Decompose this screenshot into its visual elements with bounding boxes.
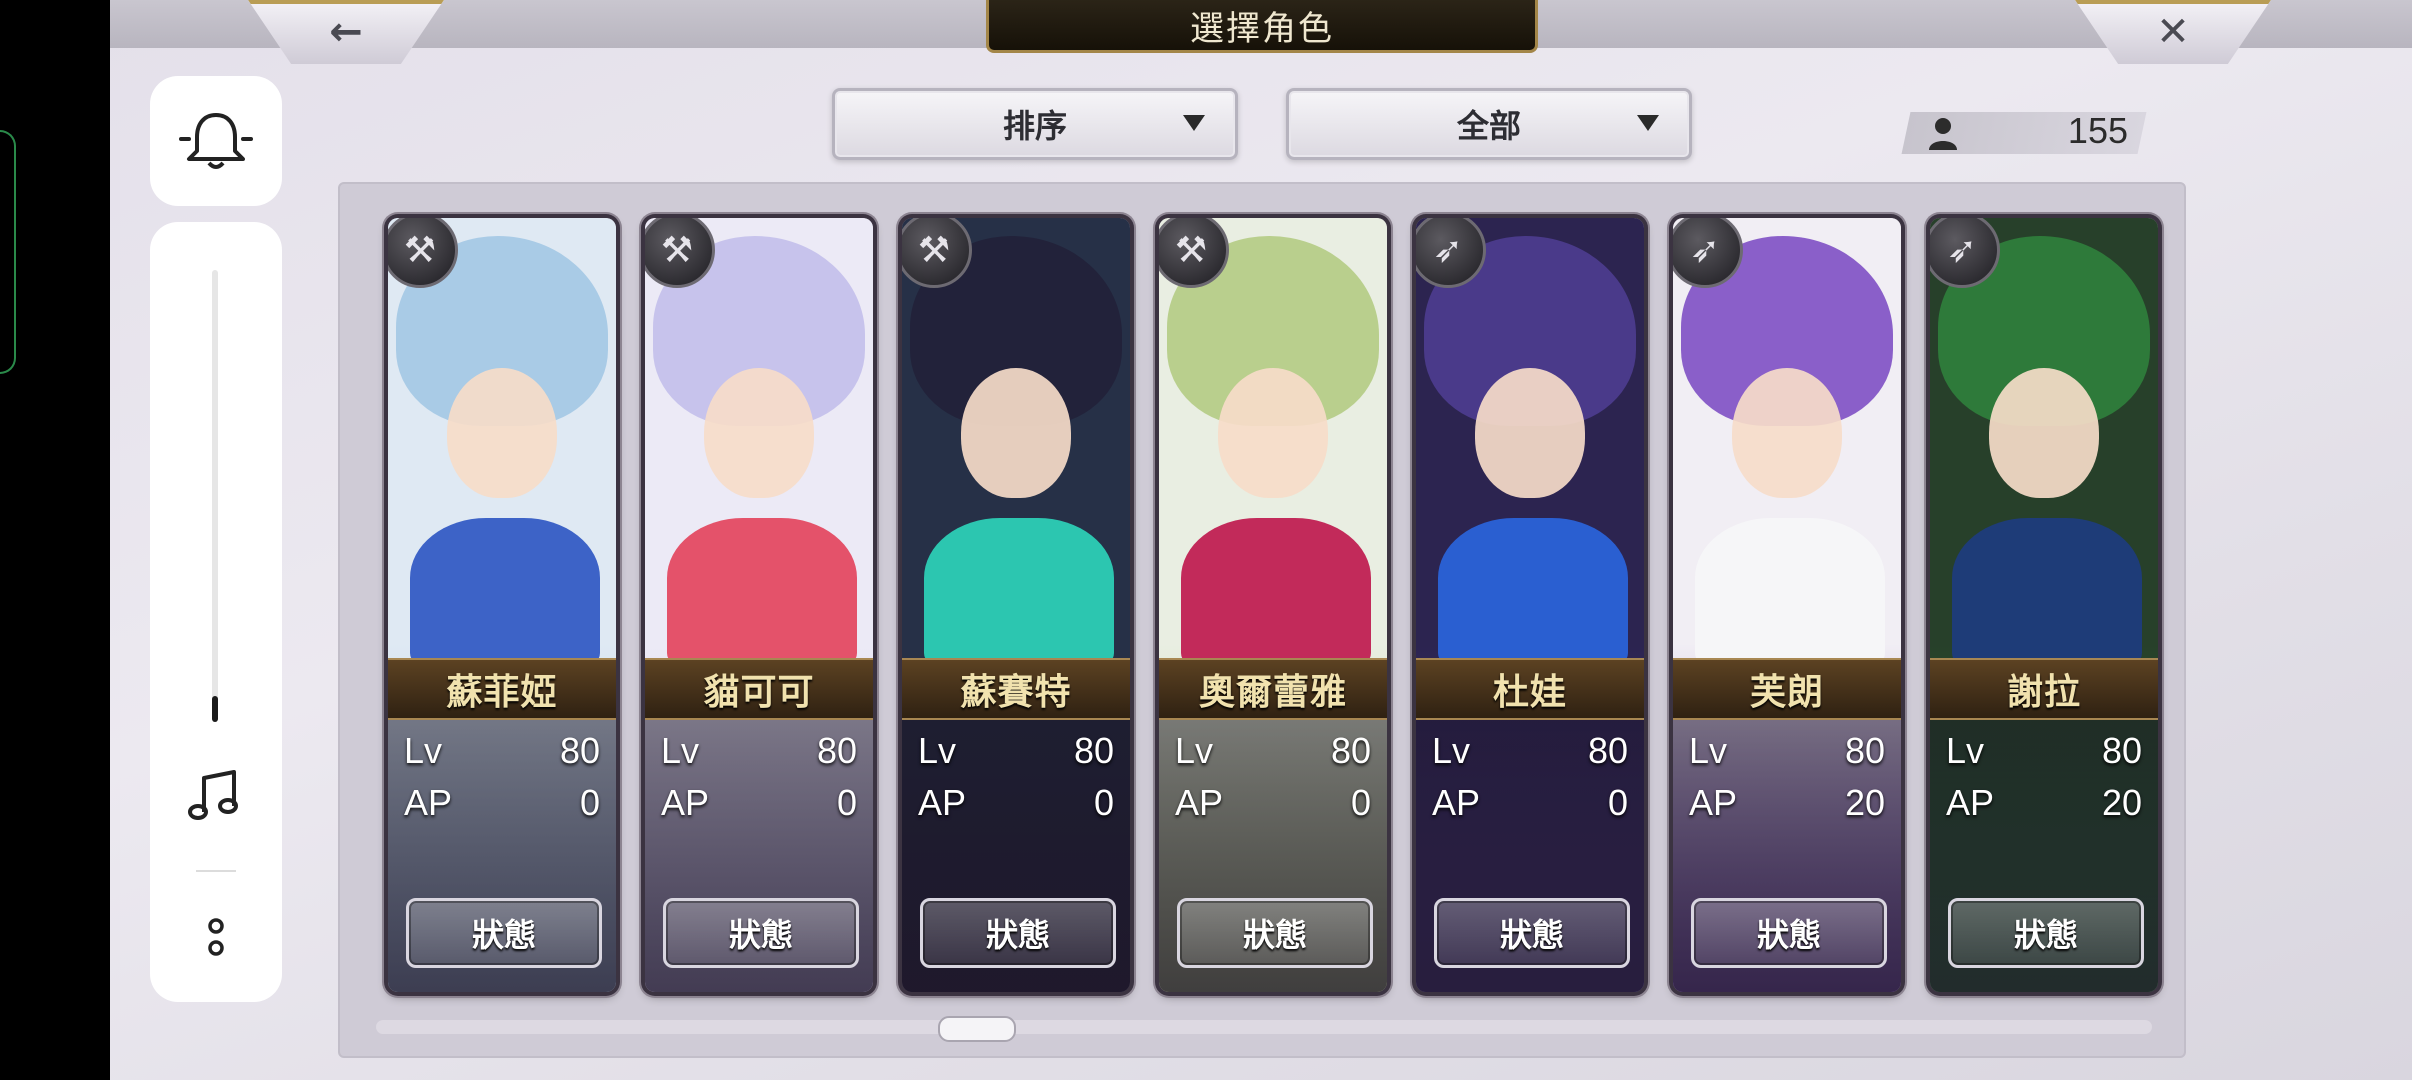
ap-value: 0: [579, 782, 600, 823]
level-label: Lv: [661, 730, 700, 771]
music-note-icon[interactable]: [186, 768, 242, 824]
ap-value: 20: [2101, 782, 2142, 823]
ap-value: 20: [1844, 782, 1885, 823]
filter-dropdown[interactable]: 全部: [1286, 88, 1692, 160]
bell-icon: [179, 113, 253, 169]
sort-dropdown[interactable]: 排序: [832, 88, 1238, 160]
filter-dropdown-label: 全部: [1456, 107, 1521, 145]
level-value: 80: [1844, 730, 1885, 771]
character-name: 蘇菲婭: [388, 658, 616, 720]
status-button[interactable]: 狀態: [663, 898, 859, 968]
back-arrow-icon: ←: [329, 9, 363, 55]
level-label: Lv: [918, 730, 957, 771]
ap-label: AP: [661, 782, 710, 823]
ap-label: AP: [1689, 782, 1738, 823]
ap-label: AP: [404, 782, 453, 823]
portrait-outfit: [1181, 518, 1371, 668]
horizontal-scrollbar[interactable]: [376, 1020, 2152, 1034]
volume-slider-fill[interactable]: [212, 696, 218, 722]
status-button[interactable]: 狀態: [1948, 898, 2144, 968]
character-name: 芙朗: [1673, 658, 1901, 720]
ap-label: AP: [1432, 782, 1481, 823]
level-value: 80: [1073, 730, 1114, 771]
status-button[interactable]: 狀態: [1434, 898, 1630, 968]
page-title: 選擇角色: [986, 0, 1538, 53]
ap-value: 0: [1093, 782, 1114, 823]
ap-label: AP: [1175, 782, 1224, 823]
level-label: Lv: [1946, 730, 1985, 771]
ap-value: 0: [1607, 782, 1628, 823]
portrait-outfit: [667, 518, 857, 668]
level-label: Lv: [1175, 730, 1214, 771]
portrait-face: [1732, 368, 1842, 498]
status-button[interactable]: 狀態: [1691, 898, 1887, 968]
more-icon[interactable]: [206, 916, 226, 960]
level-label: Lv: [404, 730, 443, 771]
character-name: 謝拉: [1930, 658, 2158, 720]
status-button[interactable]: 狀態: [1177, 898, 1373, 968]
character-count: 155: [2067, 110, 2128, 151]
character-name: 蘇賽特: [902, 658, 1130, 720]
level-label: Lv: [1689, 730, 1728, 771]
status-button[interactable]: 狀態: [406, 898, 602, 968]
character-card[interactable]: ➶ 謝拉 Lv 80 AP 20 狀態: [1930, 218, 2158, 992]
notification-button[interactable]: [150, 76, 282, 206]
portrait-outfit: [924, 518, 1114, 668]
level-value: 80: [816, 730, 857, 771]
back-button[interactable]: ←: [248, 0, 444, 64]
character-name: 杜娃: [1416, 658, 1644, 720]
panel-divider: [196, 870, 236, 872]
character-card[interactable]: ⚒ 蘇菲婭 Lv 80 AP 0 狀態: [388, 218, 616, 992]
portrait-face: [1475, 368, 1585, 498]
character-card[interactable]: ⚒ 奧爾蕾雅 Lv 80 AP 0 狀態: [1159, 218, 1387, 992]
portrait-outfit: [410, 518, 600, 668]
game-screen: ← 選擇角色 ✕ 排序 全部 155 ⚒ 蘇菲婭 Lv 80 AP 0 狀態 ⚒…: [110, 0, 2412, 1080]
scrollbar-thumb[interactable]: [938, 1016, 1016, 1042]
portrait-outfit: [1952, 518, 2142, 668]
chevron-down-icon: [1183, 115, 1205, 131]
sort-dropdown-label: 排序: [1002, 107, 1067, 145]
level-value: 80: [1587, 730, 1628, 771]
character-card[interactable]: ➶ 芙朗 Lv 80 AP 20 狀態: [1673, 218, 1901, 992]
level-value: 80: [559, 730, 600, 771]
close-button[interactable]: ✕: [2075, 0, 2271, 64]
ap-value: 0: [1350, 782, 1371, 823]
person-icon: [1929, 118, 1957, 150]
character-card[interactable]: ⚒ 貓可可 Lv 80 AP 0 狀態: [645, 218, 873, 992]
level-value: 80: [2101, 730, 2142, 771]
portrait-face: [1218, 368, 1328, 498]
portrait-face: [1989, 368, 2099, 498]
portrait-outfit: [1695, 518, 1885, 668]
portrait-face: [961, 368, 1071, 498]
portrait-outfit: [1438, 518, 1628, 668]
character-card[interactable]: ➶ 杜娃 Lv 80 AP 0 狀態: [1416, 218, 1644, 992]
level-value: 80: [1330, 730, 1371, 771]
volume-slider[interactable]: [212, 270, 218, 720]
ap-label: AP: [918, 782, 967, 823]
ap-label: AP: [1946, 782, 1995, 823]
close-icon: ✕: [2156, 9, 2190, 55]
device-edge-indicator: [0, 130, 16, 374]
chevron-down-icon: [1637, 115, 1659, 131]
portrait-face: [447, 368, 557, 498]
level-label: Lv: [1432, 730, 1471, 771]
character-name: 奧爾蕾雅: [1159, 658, 1387, 720]
ap-value: 0: [836, 782, 857, 823]
character-card[interactable]: ⚒ 蘇賽特 Lv 80 AP 0 狀態: [902, 218, 1130, 992]
status-button[interactable]: 狀態: [920, 898, 1116, 968]
character-name: 貓可可: [645, 658, 873, 720]
character-roster: ⚒ 蘇菲婭 Lv 80 AP 0 狀態 ⚒ 貓可可 Lv 80 AP 0 狀態: [338, 182, 2186, 1058]
portrait-face: [704, 368, 814, 498]
